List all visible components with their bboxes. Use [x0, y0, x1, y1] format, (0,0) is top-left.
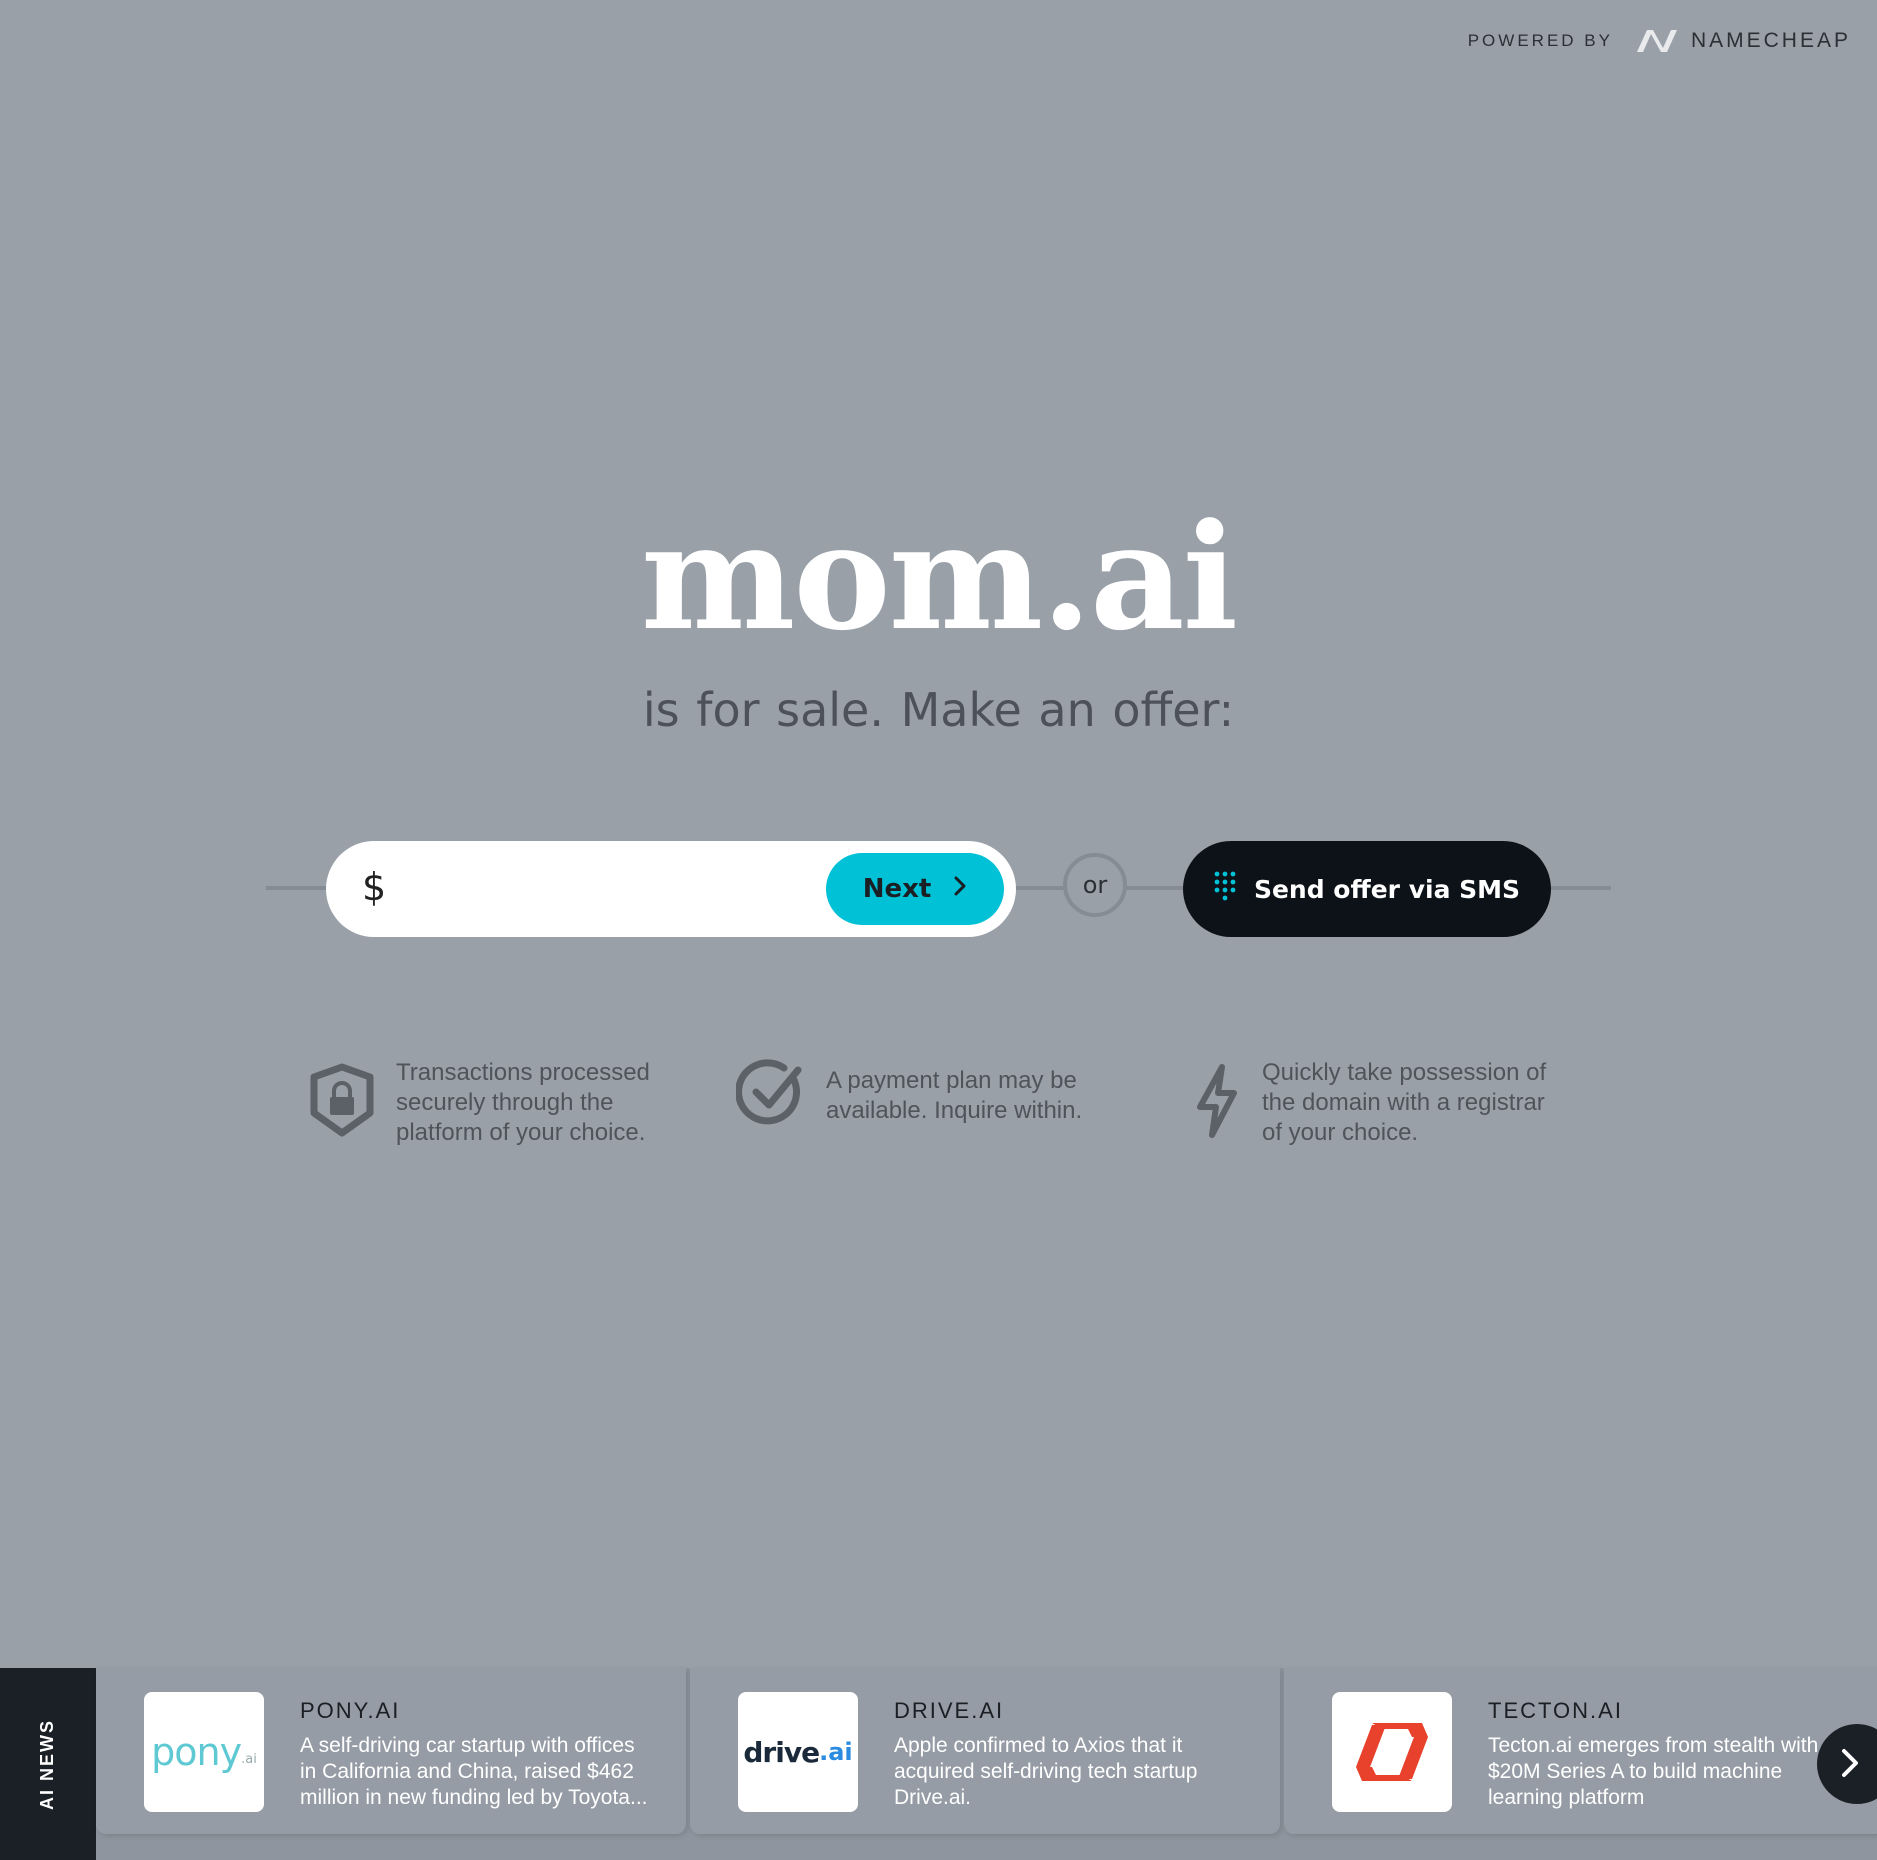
namecheap-link[interactable]: NAMECHEAP — [1635, 28, 1851, 54]
offer-amount-input[interactable] — [404, 859, 828, 921]
or-label: or — [1082, 871, 1108, 899]
pony-logo-suffix: .ai — [241, 1751, 257, 1767]
news-title: TECTON.AI — [1488, 1698, 1623, 1723]
sale-tagline: is for sale. Make an offer: — [642, 683, 1235, 737]
tecton-logo-icon — [1356, 1723, 1428, 1781]
dialpad-icon — [1214, 871, 1236, 907]
feature-possession-line-3: of your choice. — [1262, 1119, 1419, 1146]
send-offer-sms-button[interactable]: Send offer via SMS — [1183, 841, 1551, 937]
news-desc-line: Apple confirmed to Axios that it — [894, 1734, 1183, 1757]
news-desc-line: learning platform — [1488, 1786, 1645, 1809]
news-desc-line: million in new funding led by Toyota... — [300, 1786, 648, 1809]
news-card-pony[interactable]: pony .ai PONY.AI A self-driving car start… — [96, 1668, 686, 1834]
pony-logo: pony .ai — [144, 1692, 264, 1812]
news-card-tecton[interactable]: TECTON.AI Tecton.ai emerges from stealth… — [1284, 1668, 1877, 1834]
feature-payment-plan: A payment plan may be available. Inquire… — [735, 1058, 1083, 1133]
namecheap-logo-icon — [1635, 28, 1679, 54]
lightning-icon — [1192, 1063, 1242, 1144]
drive-logo-suffix: .ai — [819, 1738, 853, 1766]
news-desc-line: in California and China, raised $462 — [300, 1760, 634, 1783]
ai-news-label: AI NEWS — [0, 1668, 96, 1860]
feature-payment-line-1: A payment plan may be — [826, 1066, 1077, 1094]
currency-symbol: $ — [362, 865, 387, 909]
drive-logo: drive .ai — [738, 1692, 858, 1812]
ai-news-label-text: AI NEWS — [37, 1718, 58, 1810]
feature-secure-line-1: Transactions processed — [396, 1059, 650, 1086]
row-divider-mid-right — [1124, 886, 1190, 890]
news-description: Tecton.ai emerges from stealth with $20M… — [1488, 1733, 1838, 1811]
feature-possession-line-1: Quickly take possession of — [1262, 1059, 1547, 1086]
news-description: A self-driving car startup with offices … — [300, 1733, 660, 1811]
news-title: DRIVE.AI — [894, 1698, 1005, 1723]
tecton-logo — [1332, 1692, 1452, 1812]
feature-possession-line-2: the domain with a registrar — [1262, 1089, 1545, 1116]
drive-logo-text: drive — [743, 1735, 820, 1769]
chevron-right-icon — [953, 874, 967, 904]
shield-lock-icon — [308, 1063, 376, 1144]
domain-name-title: mom.ai — [640, 492, 1238, 663]
chevron-right-icon — [1841, 1748, 1859, 1781]
next-button-label: Next — [862, 874, 932, 904]
check-circle-icon — [735, 1058, 806, 1133]
powered-by: POWERED BY NAMECHEAP — [1468, 28, 1851, 54]
or-separator: or — [1063, 853, 1127, 917]
news-card-drive[interactable]: drive .ai DRIVE.AI Apple confirmed to Axi… — [690, 1668, 1280, 1834]
news-desc-line: $20M Series A to build machine — [1488, 1760, 1783, 1783]
powered-by-label: POWERED BY — [1467, 31, 1613, 50]
next-button[interactable]: Next — [826, 853, 1004, 925]
sms-button-label: Send offer via SMS — [1253, 874, 1521, 904]
feature-secure-line-3: platform of your choice. — [396, 1119, 646, 1146]
news-description: Apple confirmed to Axios that it acquire… — [894, 1733, 1254, 1811]
news-desc-line: Tecton.ai emerges from stealth with — [1488, 1734, 1819, 1757]
feature-payment-line-2: available. Inquire within. — [826, 1096, 1083, 1124]
feature-secure: Transactions processed securely through … — [308, 1058, 650, 1148]
news-desc-line: A self-driving car startup with offices — [300, 1734, 635, 1757]
ai-news-bar: AI NEWS pony .ai PONY.AI A self-driving c… — [0, 1668, 1877, 1860]
feature-secure-line-2: securely through the — [396, 1089, 614, 1116]
offer-form: $ Next — [326, 841, 1016, 937]
row-divider-right — [1545, 886, 1611, 890]
news-title: PONY.AI — [300, 1698, 401, 1723]
row-divider-mid-left — [1010, 886, 1070, 890]
news-desc-line: Drive.ai. — [894, 1786, 972, 1809]
pony-logo-text: pony — [151, 1730, 242, 1774]
news-desc-line: acquired self-driving tech startup — [894, 1760, 1198, 1783]
feature-possession: Quickly take possession of the domain wi… — [1192, 1058, 1546, 1148]
namecheap-brand-text: NAMECHEAP — [1690, 29, 1851, 52]
